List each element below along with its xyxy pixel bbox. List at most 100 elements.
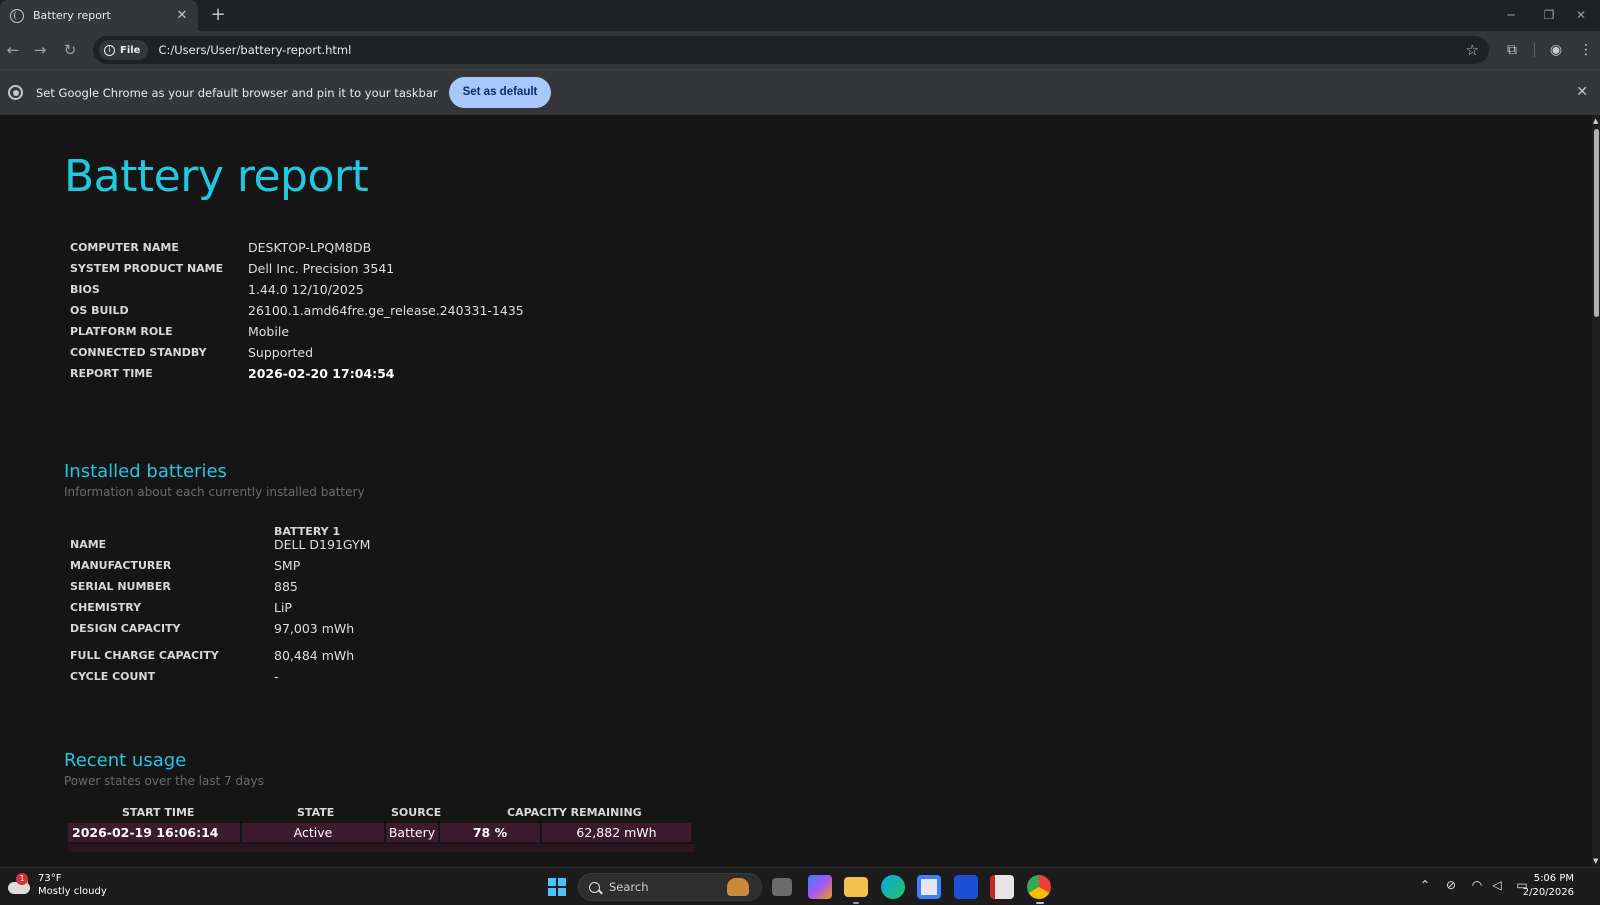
weather-condition: Mostly cloudy: [38, 886, 107, 897]
clock-time: 5:06 PM: [1533, 873, 1574, 884]
infobar-close-icon[interactable]: ✕: [1576, 84, 1588, 100]
row-value: 80,484 mWh: [274, 648, 355, 663]
taskbar-search[interactable]: Search: [578, 873, 762, 901]
weather-widget[interactable]: 1 73°F Mostly cloudy: [8, 872, 107, 898]
row-value: SMP: [274, 558, 301, 573]
site-info-chip[interactable]: i File: [99, 40, 149, 60]
chrome-taskbar-icon[interactable]: [1027, 875, 1051, 899]
set-as-default-button[interactable]: Set as default: [448, 77, 552, 108]
search-highlight-icon: [727, 878, 749, 896]
active-indicator: [853, 902, 859, 904]
url-text[interactable]: C:/Users/User/battery-report.html: [158, 43, 351, 57]
row-value: 1.44.0 12/10/2025: [248, 282, 364, 297]
row-label: COMPUTER NAME: [70, 241, 179, 254]
row-value: Dell Inc. Precision 3541: [248, 261, 395, 276]
installed-batteries-subtitle: Information about each currently install…: [64, 485, 365, 499]
row-label: NAME: [70, 538, 107, 551]
active-indicator: [1036, 902, 1044, 904]
address-bar[interactable]: i File C:/Users/User/battery-report.html…: [93, 36, 1489, 64]
row-label: CONNECTED STANDBY: [70, 346, 207, 359]
row-label: PLATFORM ROLE: [70, 325, 173, 338]
reload-icon[interactable]: ↻: [57, 37, 83, 63]
row-label: SERIAL NUMBER: [70, 580, 171, 593]
wifi-icon[interactable]: ◠: [1468, 878, 1486, 892]
edge-icon[interactable]: [881, 875, 905, 899]
row-value: Mobile: [248, 324, 290, 339]
show-hidden-icons-chevron-icon[interactable]: ⌃: [1416, 878, 1434, 892]
row-value: Supported: [248, 345, 314, 360]
task-view-icon[interactable]: [772, 878, 792, 896]
table-row-partial: [68, 844, 695, 852]
microsoft-store-icon[interactable]: [917, 875, 941, 899]
row-value: 26100.1.amd64fre.ge_release.240331-1435: [248, 303, 524, 318]
page-content: Battery report COMPUTER NAME DESKTOP-LPQM…: [0, 115, 1600, 867]
row-value: 97,003 mWh: [274, 621, 355, 636]
weather-text: 73°F Mostly cloudy: [38, 872, 107, 898]
tab-close-icon[interactable]: ✕: [174, 8, 190, 24]
page-title: Battery report: [64, 151, 369, 202]
row-label: FULL CHARGE CAPACITY: [70, 649, 219, 662]
row-label: DESIGN CAPACITY: [70, 622, 181, 635]
tab-strip: Battery report ✕ + ─ ❐ ✕: [0, 0, 1600, 31]
row-label: MANUFACTURER: [70, 559, 172, 572]
minimize-icon[interactable]: ─: [1492, 0, 1530, 31]
row-label: BIOS: [70, 283, 100, 296]
toolbar-divider: [1534, 43, 1535, 57]
page-scrollbar[interactable]: ▲ ▼: [1592, 115, 1600, 867]
source-cell: Battery: [386, 823, 438, 842]
row-value: DESKTOP-LPQM8DB: [248, 240, 372, 255]
row-label: OS BUILD: [70, 304, 129, 317]
state-cell: Active: [242, 823, 384, 842]
weather-temperature: 73°F: [38, 873, 62, 884]
back-arrow-icon[interactable]: ←: [0, 37, 26, 63]
volume-icon[interactable]: ◁: [1488, 878, 1506, 892]
menu-kebab-icon[interactable]: ⋮: [1574, 38, 1598, 62]
clock-date: 2/20/2026: [1522, 887, 1574, 898]
weather-badge: 1: [16, 873, 28, 885]
recent-usage-subtitle: Power states over the last 7 days: [64, 774, 264, 788]
outlook-icon[interactable]: [954, 875, 978, 899]
close-window-icon[interactable]: ✕: [1562, 0, 1600, 31]
table-row: 2026-02-19 16:06:14 Active Battery 78 % …: [68, 823, 693, 842]
site-info-label: File: [120, 44, 141, 56]
google-lens-icon[interactable]: ⧉: [1500, 38, 1524, 62]
installed-batteries-heading: Installed batteries: [64, 461, 227, 482]
state-header: STATE: [297, 806, 335, 819]
search-icon: [589, 881, 600, 893]
forward-arrow-icon[interactable]: →: [27, 37, 53, 63]
search-label: Search: [609, 880, 649, 894]
report-time-value: 2026-02-20 17:04:54: [248, 366, 395, 381]
file-explorer-icon[interactable]: [844, 877, 868, 897]
windows-start-icon[interactable]: [548, 878, 566, 896]
recent-usage-heading: Recent usage: [64, 750, 187, 771]
row-value: 885: [274, 579, 298, 594]
profile-icon[interactable]: ◉: [1544, 38, 1568, 62]
scroll-down-icon[interactable]: ▼: [1593, 857, 1598, 865]
scroll-up-icon[interactable]: ▲: [1593, 117, 1598, 125]
start-time-header: START TIME: [122, 806, 195, 819]
row-value: -: [274, 669, 279, 684]
row-value: DELL D191GYM: [274, 537, 371, 552]
tab-battery-report[interactable]: Battery report ✕: [0, 0, 198, 31]
globe-icon: [10, 8, 24, 23]
info-icon: i: [104, 44, 115, 56]
capacity-remaining-header: CAPACITY REMAINING: [507, 806, 642, 819]
bookmark-star-icon[interactable]: ☆: [1466, 41, 1479, 59]
row-label: REPORT TIME: [70, 367, 153, 380]
snipping-tool-icon[interactable]: [990, 875, 1014, 899]
row-label: CHEMISTRY: [70, 601, 142, 614]
chrome-logo-icon: [8, 85, 23, 100]
windows-taskbar: 1 73°F Mostly cloudy Search ⌃ ⊘ ◠ ◁ ▭ 5:…: [0, 867, 1600, 905]
new-tab-button[interactable]: +: [206, 4, 230, 28]
default-browser-infobar: Set Google Chrome as your default browse…: [0, 69, 1600, 115]
infobar-message: Set Google Chrome as your default browse…: [36, 85, 438, 100]
start-time-cell: 2026-02-19 16:06:14: [68, 823, 240, 842]
browser-toolbar: ← → ↻ i File C:/Users/User/battery-repor…: [0, 31, 1600, 69]
copilot-icon[interactable]: [808, 875, 832, 899]
network-off-icon[interactable]: ⊘: [1442, 878, 1460, 892]
tab-title: Battery report: [33, 9, 111, 22]
system-clock[interactable]: 5:06 PM 2/20/2026: [1523, 872, 1574, 900]
row-label: CYCLE COUNT: [70, 670, 156, 683]
scrollbar-thumb[interactable]: [1594, 129, 1599, 317]
row-label: SYSTEM PRODUCT NAME: [70, 262, 224, 275]
